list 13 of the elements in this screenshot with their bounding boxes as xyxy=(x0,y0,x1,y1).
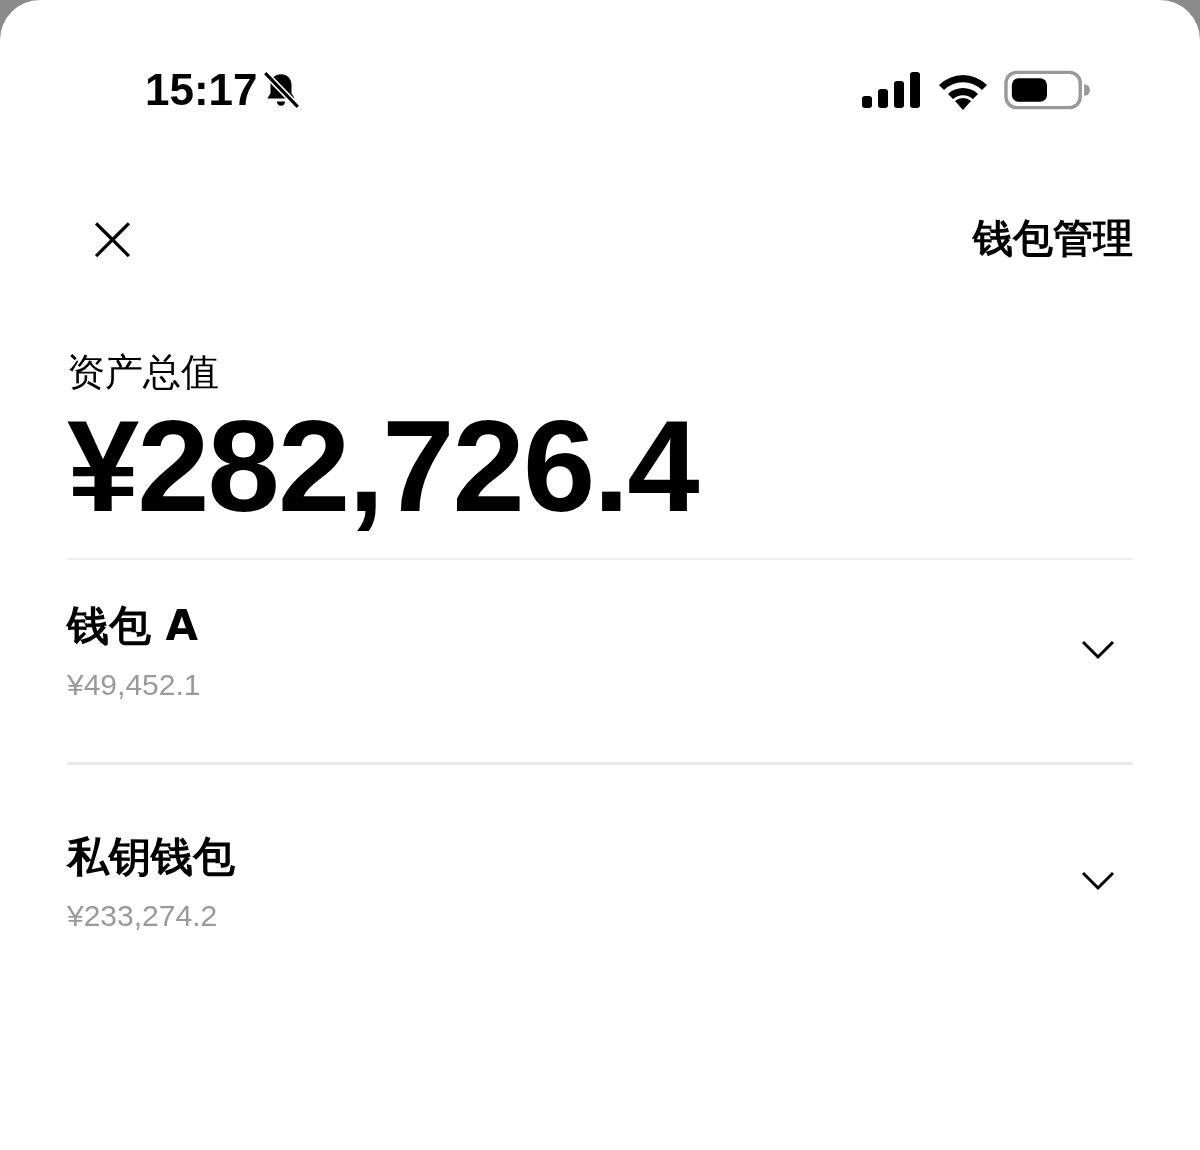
battery-icon xyxy=(1004,70,1090,110)
status-time: 15:17 xyxy=(145,65,258,115)
close-button[interactable]: × xyxy=(84,210,141,266)
signal-icon xyxy=(862,72,922,108)
wallet-value: ¥233,274.2 xyxy=(67,899,219,933)
wallet-name: 钱包 A xyxy=(67,600,200,652)
wallet-manage-button[interactable]: 钱包管理 xyxy=(973,210,1133,266)
total-amount: ¥282,726.4 xyxy=(67,396,700,536)
chevron-icon[interactable] xyxy=(1081,640,1115,660)
chevron-icon[interactable] xyxy=(1081,871,1115,891)
total-assets-label: 资产总值 xyxy=(67,349,220,396)
wallet-name: 私钥钱包 xyxy=(67,831,235,883)
wallet-value: ¥49,452.1 xyxy=(67,668,201,702)
